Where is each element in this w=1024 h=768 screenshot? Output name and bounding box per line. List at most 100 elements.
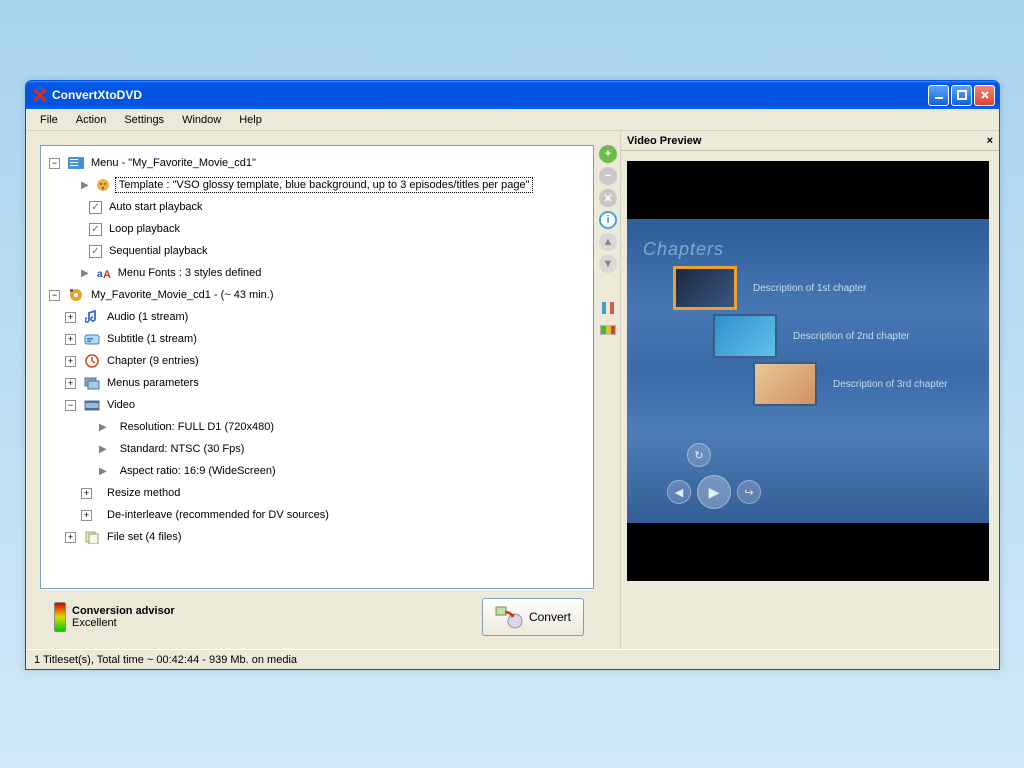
preview-close-button[interactable]: × [987, 135, 993, 147]
menu-settings[interactable]: Settings [116, 112, 172, 128]
chapter-thumbnail [753, 362, 817, 406]
menu-file[interactable]: File [32, 112, 66, 128]
next-button[interactable]: ↪ [737, 480, 761, 504]
menus-icon [84, 375, 100, 391]
tree-node-sequential[interactable]: ✓ Sequential playback [45, 240, 589, 262]
preview-title: Video Preview [627, 135, 701, 147]
maximize-button[interactable] [951, 85, 972, 106]
tree-node-resize[interactable]: + Resize method [45, 482, 589, 504]
tree-node-aspect[interactable]: ▶ Aspect ratio: 16:9 (WideScreen) [45, 460, 589, 482]
arrow-icon: ▶ [99, 466, 107, 477]
menu-action[interactable]: Action [68, 112, 115, 128]
tree-label: Loop playback [106, 222, 183, 236]
convert-icon [495, 605, 523, 629]
chapter-item[interactable]: Description of 1st chapter [673, 266, 973, 310]
menu-window[interactable]: Window [174, 112, 229, 128]
side-toolbar: + − ✕ i ▲ ▼ [596, 131, 620, 649]
chapter-item[interactable]: Description of 3rd chapter [753, 362, 973, 406]
expand-icon[interactable]: + [81, 510, 92, 521]
tree-node-video[interactable]: − Video [45, 394, 589, 416]
expand-icon[interactable]: + [65, 334, 76, 345]
menubar: File Action Settings Window Help [26, 109, 999, 131]
tree-label: Menus parameters [104, 376, 202, 390]
arrow-icon: ▶ [81, 268, 89, 279]
close-button[interactable] [974, 85, 995, 106]
dvd-menu: Chapters Description of 1st chapter Desc… [627, 219, 989, 523]
menu-help[interactable]: Help [231, 112, 270, 128]
conversion-advisor: Conversion advisor Excellent [54, 602, 175, 632]
tree-node-template[interactable]: ▶ Template : "VSO glossy template, blue … [45, 174, 589, 196]
expand-icon[interactable]: + [65, 532, 76, 543]
tree-node-menu[interactable]: − Menu - "My_Favorite_Movie_cd1" [45, 152, 589, 174]
project-tree[interactable]: − Menu - "My_Favorite_Movie_cd1" ▶ Templ… [40, 145, 594, 589]
gauge-button[interactable] [599, 321, 617, 339]
tree-node-chapter[interactable]: + Chapter (9 entries) [45, 350, 589, 372]
delete-button[interactable]: ✕ [599, 189, 617, 207]
tree-node-resolution[interactable]: ▶ Resolution: FULL D1 (720x480) [45, 416, 589, 438]
tree-node-menus-params[interactable]: + Menus parameters [45, 372, 589, 394]
tree-label: My_Favorite_Movie_cd1 - (~ 43 min.) [88, 288, 276, 302]
checkbox-checked-icon[interactable]: ✓ [89, 223, 102, 236]
tree-node-subtitle[interactable]: + Subtitle (1 stream) [45, 328, 589, 350]
expand-icon[interactable]: + [65, 378, 76, 389]
add-button[interactable]: + [599, 145, 617, 163]
advisor-title: Conversion advisor [72, 605, 175, 617]
chapter-thumbnail [673, 266, 737, 310]
chapter-description: Description of 1st chapter [753, 283, 866, 294]
chapter-description: Description of 2nd chapter [793, 331, 910, 342]
advisor-status: Excellent [72, 617, 175, 629]
remove-button[interactable]: − [599, 167, 617, 185]
tree-node-audio[interactable]: + Audio (1 stream) [45, 306, 589, 328]
expand-icon[interactable]: + [81, 488, 92, 499]
tree-node-deinterleave[interactable]: + De-interleave (recommended for DV sour… [45, 504, 589, 526]
chapter-item[interactable]: Description of 2nd chapter [713, 314, 973, 358]
tree-label: File set (4 files) [104, 530, 185, 544]
tree-label: Menu Fonts : 3 styles defined [115, 266, 265, 280]
info-button[interactable]: i [599, 211, 617, 229]
menu-icon [68, 155, 84, 171]
video-preview[interactable]: Chapters Description of 1st chapter Desc… [627, 161, 989, 581]
tree-label: Standard: NTSC (30 Fps) [117, 442, 248, 456]
collapse-icon[interactable]: − [49, 290, 60, 301]
checkbox-checked-icon[interactable]: ✓ [89, 245, 102, 258]
movie-icon [68, 287, 84, 303]
prev-button[interactable]: ◀ [667, 480, 691, 504]
window-title: ConvertXtoDVD [52, 88, 928, 102]
convert-button[interactable]: Convert [482, 598, 584, 636]
expand-icon[interactable]: + [65, 312, 76, 323]
tree-node-fileset[interactable]: + File set (4 files) [45, 526, 589, 548]
preview-header: Video Preview × [621, 131, 999, 151]
tree-label: Subtitle (1 stream) [104, 332, 200, 346]
tree-node-movie[interactable]: − My_Favorite_Movie_cd1 - (~ 43 min.) [45, 284, 589, 306]
svg-text:A: A [103, 269, 111, 280]
fonts-icon: aA [95, 265, 111, 281]
checkbox-checked-icon[interactable]: ✓ [89, 201, 102, 214]
tree-label: Chapter (9 entries) [104, 354, 202, 368]
move-down-button[interactable]: ▼ [599, 255, 617, 273]
expand-icon[interactable]: + [65, 356, 76, 367]
tree-label: Template : "VSO glossy template, blue ba… [115, 177, 534, 193]
statusbar: 1 Titleset(s), Total time ~ 00:42:44 - 9… [26, 649, 999, 669]
collapse-icon[interactable]: − [49, 158, 60, 169]
tree-node-fonts[interactable]: ▶ aA Menu Fonts : 3 styles defined [45, 262, 589, 284]
tree-label: Aspect ratio: 16:9 (WideScreen) [117, 464, 279, 478]
tree-label: Sequential playback [106, 244, 210, 258]
video-icon [84, 397, 100, 413]
app-window: ConvertXtoDVD File Action Settings Windo… [25, 80, 1000, 670]
tree-node-loop[interactable]: ✓ Loop playback [45, 218, 589, 240]
convert-label: Convert [529, 610, 571, 624]
collapse-icon[interactable]: − [65, 400, 76, 411]
dvd-menu-heading: Chapters [643, 239, 973, 260]
refresh-button[interactable]: ↻ [687, 443, 711, 467]
tools-button[interactable] [599, 299, 617, 317]
tree-node-standard[interactable]: ▶ Standard: NTSC (30 Fps) [45, 438, 589, 460]
play-button[interactable]: ▶ [697, 475, 731, 509]
minimize-button[interactable] [928, 85, 949, 106]
app-icon [32, 87, 48, 103]
chapter-icon [84, 353, 100, 369]
move-up-button[interactable]: ▲ [599, 233, 617, 251]
titlebar[interactable]: ConvertXtoDVD [26, 81, 999, 109]
tree-node-autostart[interactable]: ✓ Auto start playback [45, 196, 589, 218]
tree-label: Video [104, 398, 138, 412]
status-text: 1 Titleset(s), Total time ~ 00:42:44 - 9… [34, 654, 297, 666]
